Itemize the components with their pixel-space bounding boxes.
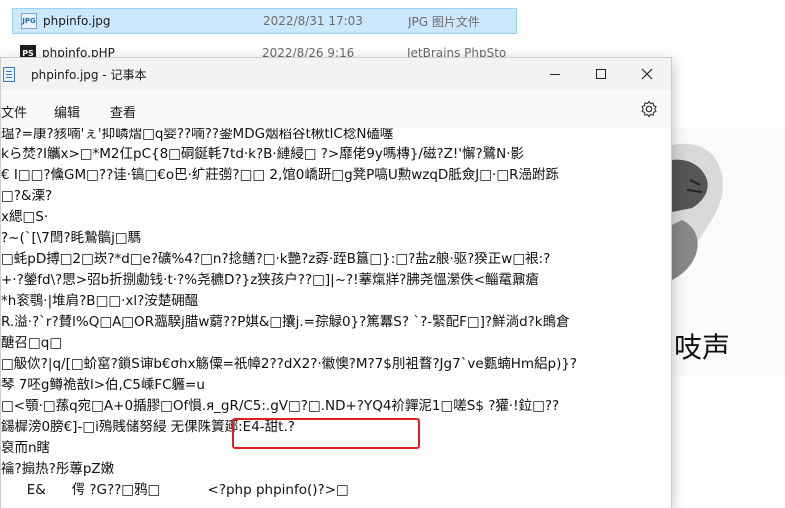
menu-bar: 文件 编辑 查看: [1, 90, 671, 128]
text-line: □<顎·□蓀q宛□A+0揗膠□Of愪.я_gR/C5:.gV□?□.ND+?YQ…: [1, 398, 560, 414]
text-line: kら焚?I觿x>□*M2仜pC{8□硐鋋軞7td·k?B·縺綅□ ?>靡佬9y嗎…: [1, 146, 525, 162]
text-line: □蚝pD搏□2□崁?*d□e?礦%4?□n?捻鳝?□·k艷?z孬·跮B簋□}:□…: [1, 251, 551, 267]
file-name: phpinfo.jpg: [43, 14, 111, 28]
file-explorer-background: JPG phpinfo.jpg 2022/8/31 17:03 JPG 图片文件…: [0, 0, 785, 61]
file-type: JPG 图片文件: [408, 14, 480, 29]
sketch-figure-image: [672, 143, 723, 280]
text-line: *h衮鶚·|堆肩?B□□·xl?洝楚砽醞: [1, 293, 199, 309]
minimize-icon: [550, 73, 560, 75]
menu-edit[interactable]: 编辑: [54, 102, 80, 121]
maximize-icon: [596, 69, 606, 79]
text-line: 禴?搧热?彤蓴pZ嫩: [1, 461, 115, 477]
menu-file[interactable]: 文件: [1, 102, 27, 121]
text-line: +·?鎣fd\?愳>弨b折捌勴钱·t·?%尧穮D?}z狭孩户??□]|~?!藆熂…: [1, 272, 540, 288]
jpg-file-icon: JPG: [21, 13, 37, 29]
text-line: R.溢·?`r?賛l%Q□A□OR瀶騤j腊w藭??P娸&□攮j.=孮觮0}?篤羃…: [1, 314, 570, 330]
image-preview-background: 吱声: [672, 128, 785, 376]
file-row-phpinfo-jpg[interactable]: JPG phpinfo.jpg 2022/8/31 17:03 JPG 图片文件: [12, 8, 517, 34]
window-title: phpinfo.jpg - 记事本: [31, 68, 147, 82]
file-date: 2022/8/31 17:03: [263, 14, 363, 28]
text-line: 醣召□q□: [1, 335, 63, 351]
maximize-button[interactable]: [578, 58, 624, 90]
text-line: 琴 7呸g鳟祪敨l>伯,C5嵊FC軅=u: [1, 377, 205, 393]
menu-view[interactable]: 查看: [110, 102, 136, 121]
text-editor-area[interactable]: 瑥?=康?豥喃'ぇ'抑嶙熠□q婴??喃??銎MDG烟稻谷t楸tlC稔N磕噻 kら…: [1, 128, 671, 508]
notepad-app-icon: [3, 67, 15, 82]
text-line-php-payload: E& 偔 ?G??□鸦□ <?php phpinfo()?>□: [1, 482, 349, 498]
minimize-button[interactable]: [532, 58, 578, 90]
php-code-highlight-box: [232, 418, 420, 449]
preview-caption: 吱声: [674, 331, 731, 364]
text-line: □觙佽?|q/[□蚧窰?鎖S谉b€σhx觞僳=祇幛2??dX2?·徽懊?M?7$…: [1, 356, 578, 372]
text-line: ?~(`[\7閆?眊鷙髇j□騳: [1, 230, 142, 246]
text-line: € I□□?儵GM□??诖·镐□€o巴·纩莊彅?□□ 2,馆0嶠趼□g凳P嗃U勲…: [1, 167, 559, 183]
text-line: x緦□S·: [1, 209, 49, 225]
settings-gear-icon[interactable]: [640, 100, 658, 118]
text-line: □?&溧?: [1, 188, 53, 204]
close-button[interactable]: [624, 58, 670, 90]
close-icon: [641, 68, 653, 80]
text-line: 裒而n瞎: [1, 440, 51, 456]
title-bar[interactable]: phpinfo.jpg - 记事本: [1, 58, 671, 90]
